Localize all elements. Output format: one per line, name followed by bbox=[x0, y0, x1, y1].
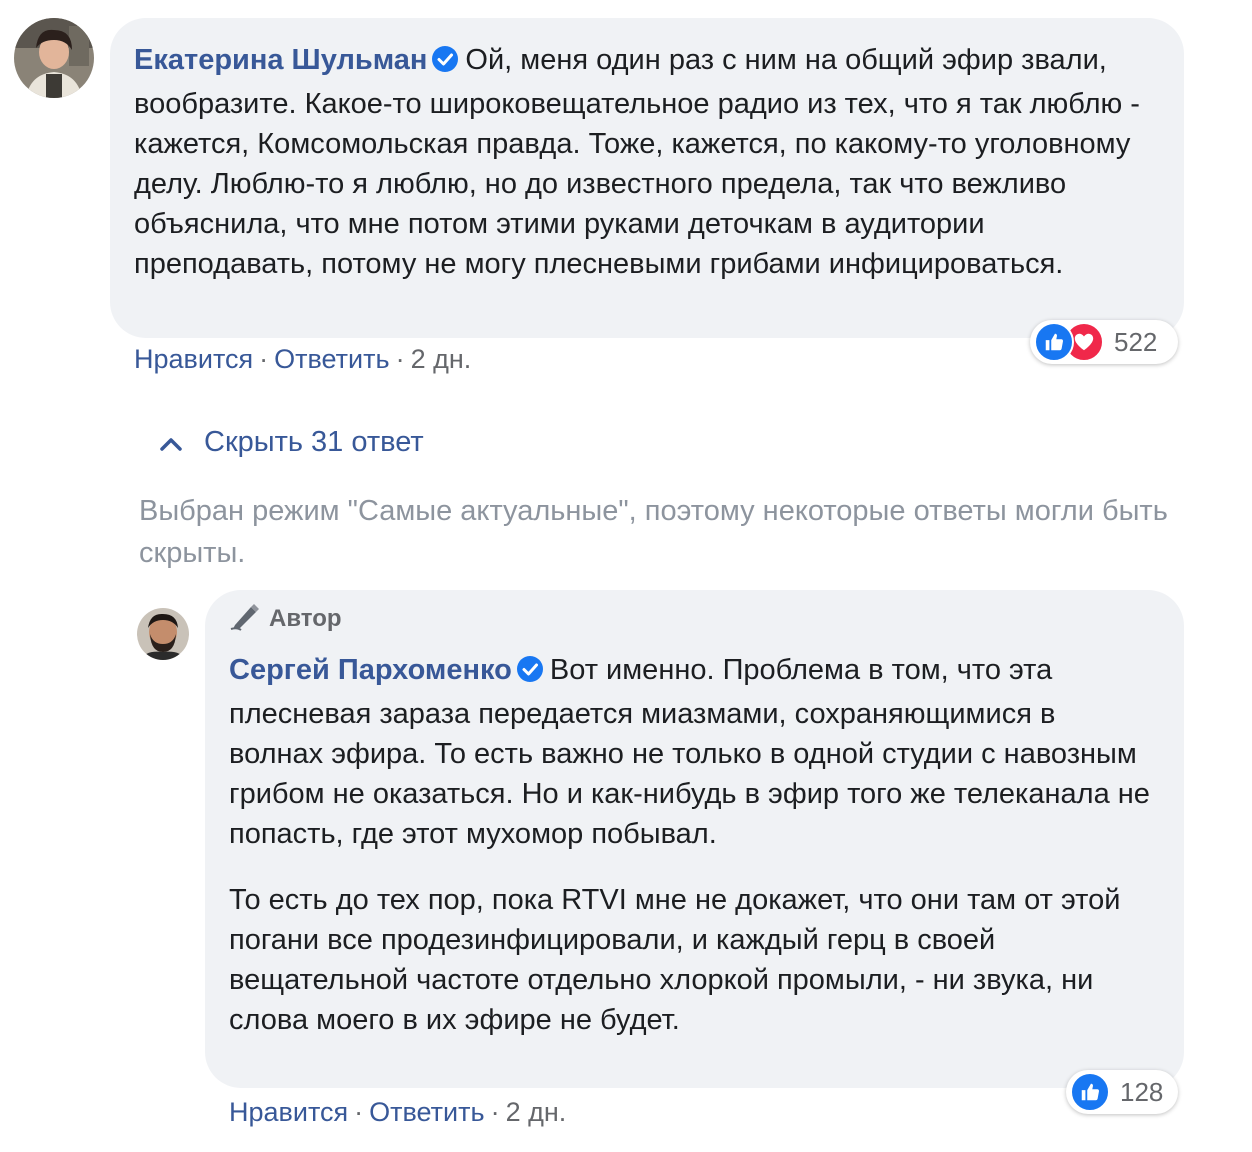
author-badge-label: Автор bbox=[269, 605, 342, 632]
comment-bubble-sergey: Автор Сергей Пархоменко Вот именно. Пробл… bbox=[205, 590, 1184, 1088]
timestamp[interactable]: 2 дн. bbox=[506, 1097, 567, 1127]
chevron-up-icon bbox=[160, 426, 182, 459]
avatar-sergey-image bbox=[137, 608, 189, 660]
like-button[interactable]: Нравится bbox=[229, 1097, 348, 1127]
pen-icon bbox=[229, 601, 261, 638]
comment-actions: Нравится · Ответить · 2 дн. bbox=[134, 344, 471, 375]
reactions-pill[interactable]: 522 bbox=[1030, 320, 1178, 364]
author-name[interactable]: Сергей Пархоменко bbox=[229, 654, 512, 686]
timestamp[interactable]: 2 дн. bbox=[411, 344, 472, 374]
comment-paragraph-1: Сергей Пархоменко Вот именно. Проблема в … bbox=[229, 650, 1154, 854]
sort-mode-notice: Выбран режим "Самые актуальные", поэтому… bbox=[139, 495, 1168, 569]
like-button[interactable]: Нравится bbox=[134, 344, 253, 374]
comment-text: Ой, меня один раз с ним на общий эфир зв… bbox=[134, 44, 1140, 280]
separator-dot: · bbox=[354, 1097, 364, 1127]
comment-body: Екатерина Шульман Ой, меня один раз с ним… bbox=[134, 40, 1154, 284]
avatar-sergey[interactable] bbox=[137, 608, 189, 660]
separator-dot: · bbox=[259, 344, 269, 374]
reply-button[interactable]: Ответить bbox=[369, 1097, 484, 1127]
avatar-ekaterina-image bbox=[14, 18, 94, 98]
reaction-count: 522 bbox=[1114, 326, 1158, 357]
verified-badge-icon bbox=[516, 654, 544, 694]
comment-body: Сергей Пархоменко Вот именно. Проблема в … bbox=[229, 650, 1154, 1040]
separator-dot: · bbox=[395, 344, 405, 374]
comment-bubble-ekaterina: Екатерина Шульман Ой, меня один раз с ним… bbox=[110, 18, 1184, 338]
verified-badge-icon bbox=[431, 44, 459, 84]
like-icon bbox=[1034, 322, 1074, 362]
reactions-pill[interactable]: 128 bbox=[1066, 1070, 1178, 1114]
reply-button[interactable]: Ответить bbox=[274, 344, 389, 374]
comment-actions: Нравится · Ответить · 2 дн. bbox=[229, 1097, 566, 1128]
avatar-ekaterina[interactable] bbox=[14, 18, 94, 98]
hide-replies-label: Скрыть 31 ответ bbox=[204, 426, 424, 458]
hide-replies-button[interactable]: Скрыть 31 ответ bbox=[160, 426, 424, 459]
author-name[interactable]: Екатерина Шульман bbox=[134, 44, 427, 76]
comment-paragraph-2: То есть до тех пор, пока RTVI мне не док… bbox=[229, 884, 1121, 1036]
like-icon bbox=[1070, 1072, 1110, 1112]
author-badge: Автор bbox=[229, 602, 1154, 636]
reaction-count: 128 bbox=[1120, 1076, 1164, 1107]
separator-dot: · bbox=[490, 1097, 500, 1127]
